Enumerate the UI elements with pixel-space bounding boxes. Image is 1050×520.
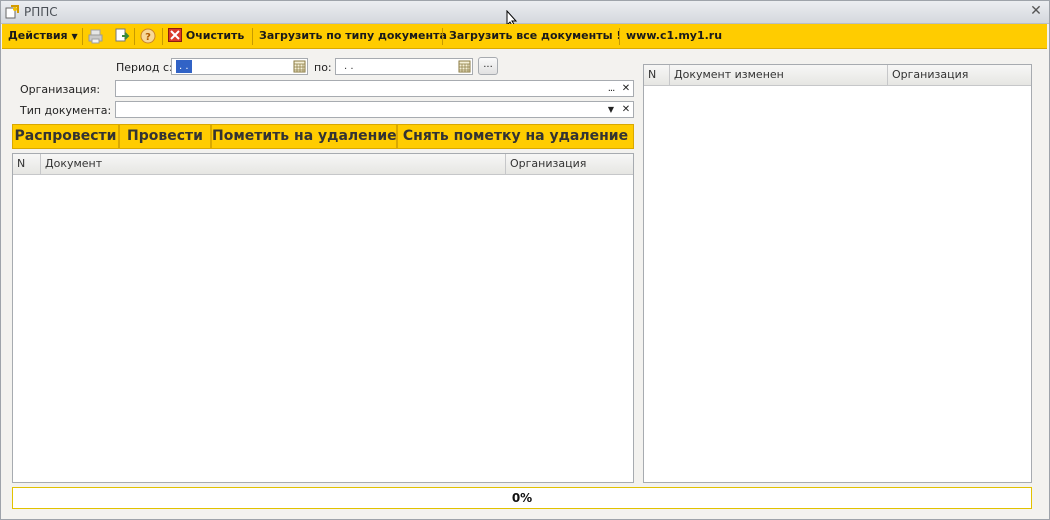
clear-button-label: Очистить <box>185 29 245 42</box>
documents-table-header: N Документ Организация <box>13 154 633 175</box>
clear-icon <box>168 28 182 42</box>
calendar-icon[interactable] <box>458 60 471 73</box>
unmark-deletion-button[interactable]: Снять пометку на удаление <box>397 124 634 149</box>
actions-menu-label: Действия <box>8 29 68 42</box>
dropdown-arrow-icon[interactable]: ▼ <box>604 102 618 117</box>
period-to-input[interactable]: . . <box>335 58 473 75</box>
column-header-organization[interactable]: Организация <box>506 154 633 174</box>
toolbar-separator <box>442 28 443 45</box>
dropdown-arrow-icon: ▼ <box>71 32 78 41</box>
title-bar: РППС ✕ <box>1 1 1049 24</box>
repost-button[interactable]: Распровести <box>12 124 119 149</box>
app-icon <box>5 5 19 19</box>
choose-icon[interactable]: ... <box>604 81 618 96</box>
changed-documents-table-header: N Документ изменен Организация <box>644 65 1031 86</box>
period-to-label: по: <box>314 61 332 74</box>
toolbar-separator <box>82 28 83 45</box>
close-icon[interactable]: ✕ <box>1029 4 1043 18</box>
column-header-document[interactable]: Документ <box>41 154 506 174</box>
post-button[interactable]: Провести <box>119 124 211 149</box>
toolbar-separator <box>252 28 253 45</box>
column-header-n[interactable]: N <box>644 65 670 85</box>
period-select-button[interactable]: ... <box>478 57 498 75</box>
changed-documents-table[interactable]: N Документ изменен Организация <box>643 64 1032 483</box>
actions-menu-button[interactable]: Действия ▼ <box>8 28 78 44</box>
progress-bar: 0% <box>12 487 1032 509</box>
export-icon[interactable] <box>114 28 130 44</box>
mark-for-deletion-button[interactable]: Пометить на удаление <box>211 124 397 149</box>
command-bar: Действия ▼ ? Очистить Загрузить по типу <box>2 24 1047 49</box>
column-header-n[interactable]: N <box>13 154 41 174</box>
progress-label: 0% <box>511 491 533 505</box>
toolbar-separator <box>162 28 163 45</box>
clear-button[interactable]: Очистить <box>168 28 244 44</box>
svg-text:?: ? <box>145 32 151 43</box>
calendar-icon[interactable] <box>293 60 306 73</box>
clear-field-icon[interactable]: ✕ <box>619 102 633 117</box>
organization-input[interactable]: ... ✕ <box>115 80 634 97</box>
window-title: РППС <box>24 5 58 19</box>
load-by-doc-type-button[interactable]: Загрузить по типу документа <box>259 28 447 44</box>
doc-type-label: Тип документа: <box>20 104 112 117</box>
documents-table[interactable]: N Документ Организация <box>12 153 634 483</box>
print-icon[interactable] <box>88 28 104 44</box>
website-link[interactable]: www.c1.my1.ru <box>626 28 722 44</box>
period-to-value: . . <box>344 61 354 72</box>
organization-label: Организация: <box>20 83 101 96</box>
main-window: РППС ✕ Действия ▼ ? Очистить Загрузить п… <box>0 0 1050 520</box>
period-from-value: . . <box>176 60 192 73</box>
help-icon[interactable]: ? <box>140 28 156 44</box>
toolbar-separator <box>619 28 620 45</box>
doc-type-select[interactable]: ▼ ✕ <box>115 101 634 118</box>
period-from-input[interactable]: . . <box>171 58 308 75</box>
period-from-label: Период с: <box>116 61 173 74</box>
load-all-documents-button[interactable]: Загрузить все документы ! <box>449 28 621 44</box>
column-header-organization[interactable]: Организация <box>888 65 1031 85</box>
clear-field-icon[interactable]: ✕ <box>619 81 633 96</box>
column-header-document-changed[interactable]: Документ изменен <box>670 65 888 85</box>
toolbar-separator <box>134 28 135 45</box>
